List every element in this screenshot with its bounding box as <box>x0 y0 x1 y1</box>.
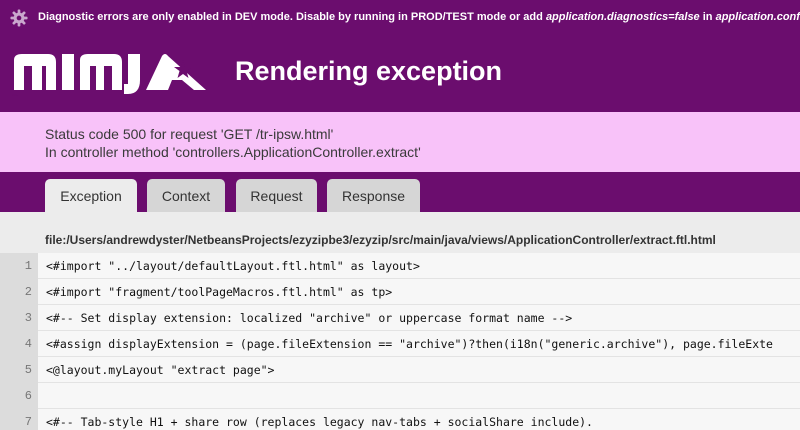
tab-request[interactable]: Request <box>236 179 317 212</box>
source-line: 7 <#-- Tab-style H1 + share row (replace… <box>0 409 800 430</box>
source-listing[interactable]: 1 <#import "../layout/defaultLayout.ftl.… <box>0 253 800 430</box>
source-line: 5 <@layout.myLayout "extract page"> <box>0 357 800 383</box>
tab-bar: Exception Context Request Response <box>0 172 800 212</box>
gear-icon[interactable] <box>10 9 28 27</box>
line-number: 7 <box>0 409 38 430</box>
notice-setting: application.diagnostics=false <box>545 11 700 23</box>
ninja-logo: NINJA <box>12 54 206 97</box>
notice-middle: in <box>699 11 716 23</box>
line-number: 5 <box>0 357 38 383</box>
line-code: <#-- Tab-style H1 + share row (replaces … <box>46 415 593 429</box>
tab-exception[interactable]: Exception <box>45 179 137 212</box>
diagnostics-notice: Diagnostic errors are only enabled in DE… <box>0 0 800 36</box>
tab-context[interactable]: Context <box>147 179 225 212</box>
status-request-line: Status code 500 for request 'GET /tr-ips… <box>45 126 334 142</box>
line-code: <#import "../layout/defaultLayout.ftl.ht… <box>46 259 420 273</box>
page-title: Rendering exception <box>235 56 503 86</box>
source-line: 1 <#import "../layout/defaultLayout.ftl.… <box>0 253 800 279</box>
source-line: 6 <box>0 383 800 409</box>
source-line: 3 <#-- Set display extension: localized … <box>0 305 800 331</box>
template-file-path: file:/Users/andrewdyster/NetbeansProject… <box>45 233 716 247</box>
line-number: 2 <box>0 279 38 305</box>
line-number: 6 <box>0 383 38 409</box>
header-banner: Diagnostic errors are only enabled in DE… <box>0 0 800 112</box>
notice-file: application.conf <box>715 11 800 23</box>
source-line: 4 <#assign displayExtension = (page.file… <box>0 331 800 357</box>
line-code: <#import "fragment/toolPageMacros.ftl.ht… <box>46 285 393 299</box>
line-number: 1 <box>0 253 38 279</box>
line-code: <#-- Set display extension: localized "a… <box>46 311 573 325</box>
source-line: 2 <#import "fragment/toolPageMacros.ftl.… <box>0 279 800 305</box>
logo-text: NINJA <box>12 94 18 97</box>
notice-prefix: Diagnostic errors are only enabled in DE… <box>38 11 546 23</box>
tab-response[interactable]: Response <box>327 179 420 212</box>
line-code: <#assign displayExtension = (page.fileEx… <box>46 337 773 351</box>
line-number: 3 <box>0 305 38 331</box>
status-panel: Status code 500 for request 'GET /tr-ips… <box>0 112 800 172</box>
line-number: 4 <box>0 331 38 357</box>
line-code: <@layout.myLayout "extract page"> <box>46 363 275 377</box>
diagnostics-notice-text: Diagnostic errors are only enabled in DE… <box>38 11 800 23</box>
status-controller-line: In controller method 'controllers.Applic… <box>45 144 421 160</box>
